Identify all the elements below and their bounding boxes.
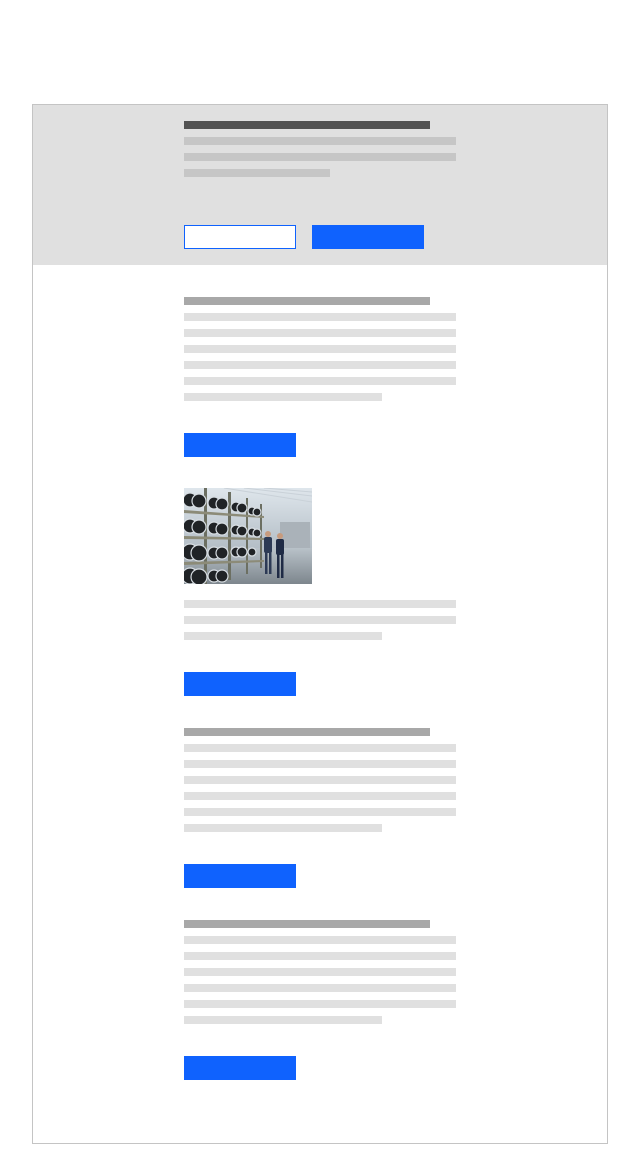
section-text-placeholder [184,632,382,640]
hero-text-placeholder [184,153,456,161]
section-4-button[interactable] [184,1056,296,1080]
section-title-placeholder [184,920,430,928]
section-text-placeholder [184,792,456,800]
section-text-placeholder [184,361,456,369]
section-text-placeholder [184,329,456,337]
email-template-frame [32,104,608,1144]
hero-title-placeholder [184,121,430,129]
section-text-placeholder [184,776,456,784]
hero-primary-button[interactable] [312,225,424,249]
section-text-placeholder [184,968,456,976]
hero-secondary-button[interactable] [184,225,296,249]
section-text-placeholder [184,616,456,624]
section-3-button[interactable] [184,864,296,888]
section-2-button[interactable] [184,672,296,696]
section-text-placeholder [184,760,456,768]
warehouse-image [184,488,312,584]
section-title-placeholder [184,297,430,305]
section-text-placeholder [184,1016,382,1024]
section-text-placeholder [184,824,382,832]
section-text-placeholder [184,744,456,752]
section-text-placeholder [184,393,382,401]
hero-text-placeholder [184,169,330,177]
section-text-placeholder [184,952,456,960]
section-text-placeholder [184,377,456,385]
section-title-placeholder [184,728,430,736]
hero-section [33,105,607,265]
section-text-placeholder [184,313,456,321]
section-text-placeholder [184,808,456,816]
hero-text-placeholder [184,137,456,145]
section-1-button[interactable] [184,433,296,457]
section-text-placeholder [184,984,456,992]
section-text-placeholder [184,1000,456,1008]
section-text-placeholder [184,600,456,608]
section-text-placeholder [184,936,456,944]
section-text-placeholder [184,345,456,353]
